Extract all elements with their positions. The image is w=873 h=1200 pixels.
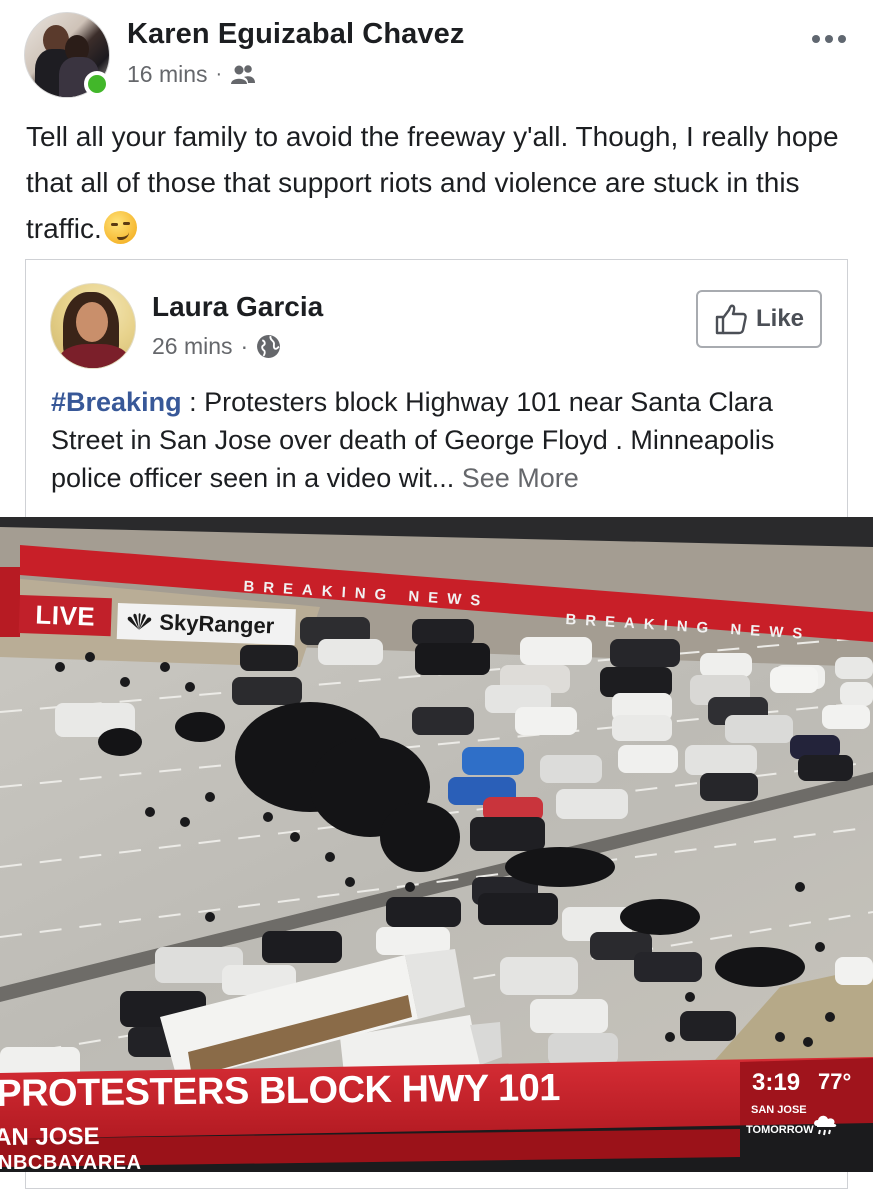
rain-cloud-icon — [814, 1115, 837, 1136]
peacock-logo-icon — [127, 613, 152, 630]
meta-separator: · — [240, 333, 249, 359]
news-location: AN JOSE — [0, 1122, 100, 1151]
like-button-label: Like — [755, 305, 805, 332]
like-page-button[interactable]: Like — [696, 290, 822, 348]
news-headline: PROTESTERS BLOCK HWY 101 — [0, 1067, 561, 1115]
meta-separator: · — [215, 63, 223, 85]
smirking-face-icon — [103, 211, 137, 244]
live-badge: LIVE — [18, 595, 112, 637]
shared-timestamp[interactable]: 26 mins — [152, 333, 233, 360]
shared-post-body: #Breaking : Protesters block Highway 101… — [51, 383, 831, 497]
skyranger-badge: SkyRanger — [116, 603, 296, 646]
hashtag-link[interactable]: #Breaking — [51, 387, 182, 417]
broadcast-temperature: 77° — [818, 1069, 852, 1094]
shared-post-meta: 26 mins · — [152, 333, 281, 360]
see-more-link[interactable]: See More — [462, 463, 579, 493]
weather-city: SAN JOSE — [751, 1104, 807, 1116]
globe-icon — [257, 335, 281, 358]
shared-author-name[interactable]: Laura Garcia — [152, 291, 323, 323]
post-meta: 16 mins · — [127, 61, 256, 88]
thumbs-up-icon — [715, 304, 747, 335]
channel-name: NBCBAYAREA — [0, 1152, 142, 1174]
post-body: Tell all your family to avoid the freewa… — [26, 114, 856, 252]
more-options-icon[interactable] — [812, 32, 850, 46]
post-author-name[interactable]: Karen Eguizabal Chavez — [127, 18, 464, 51]
friends-icon — [231, 64, 256, 84]
broadcast-time: 3:19 — [752, 1069, 801, 1096]
post-timestamp[interactable]: 16 mins — [127, 61, 208, 88]
camera-name: SkyRanger — [158, 609, 275, 639]
shared-author-avatar[interactable] — [50, 283, 136, 369]
post-text: Tell all your family to avoid the freewa… — [26, 121, 839, 244]
weather-forecast-label: TOMORROW — [746, 1124, 814, 1136]
online-status-icon — [84, 71, 110, 97]
